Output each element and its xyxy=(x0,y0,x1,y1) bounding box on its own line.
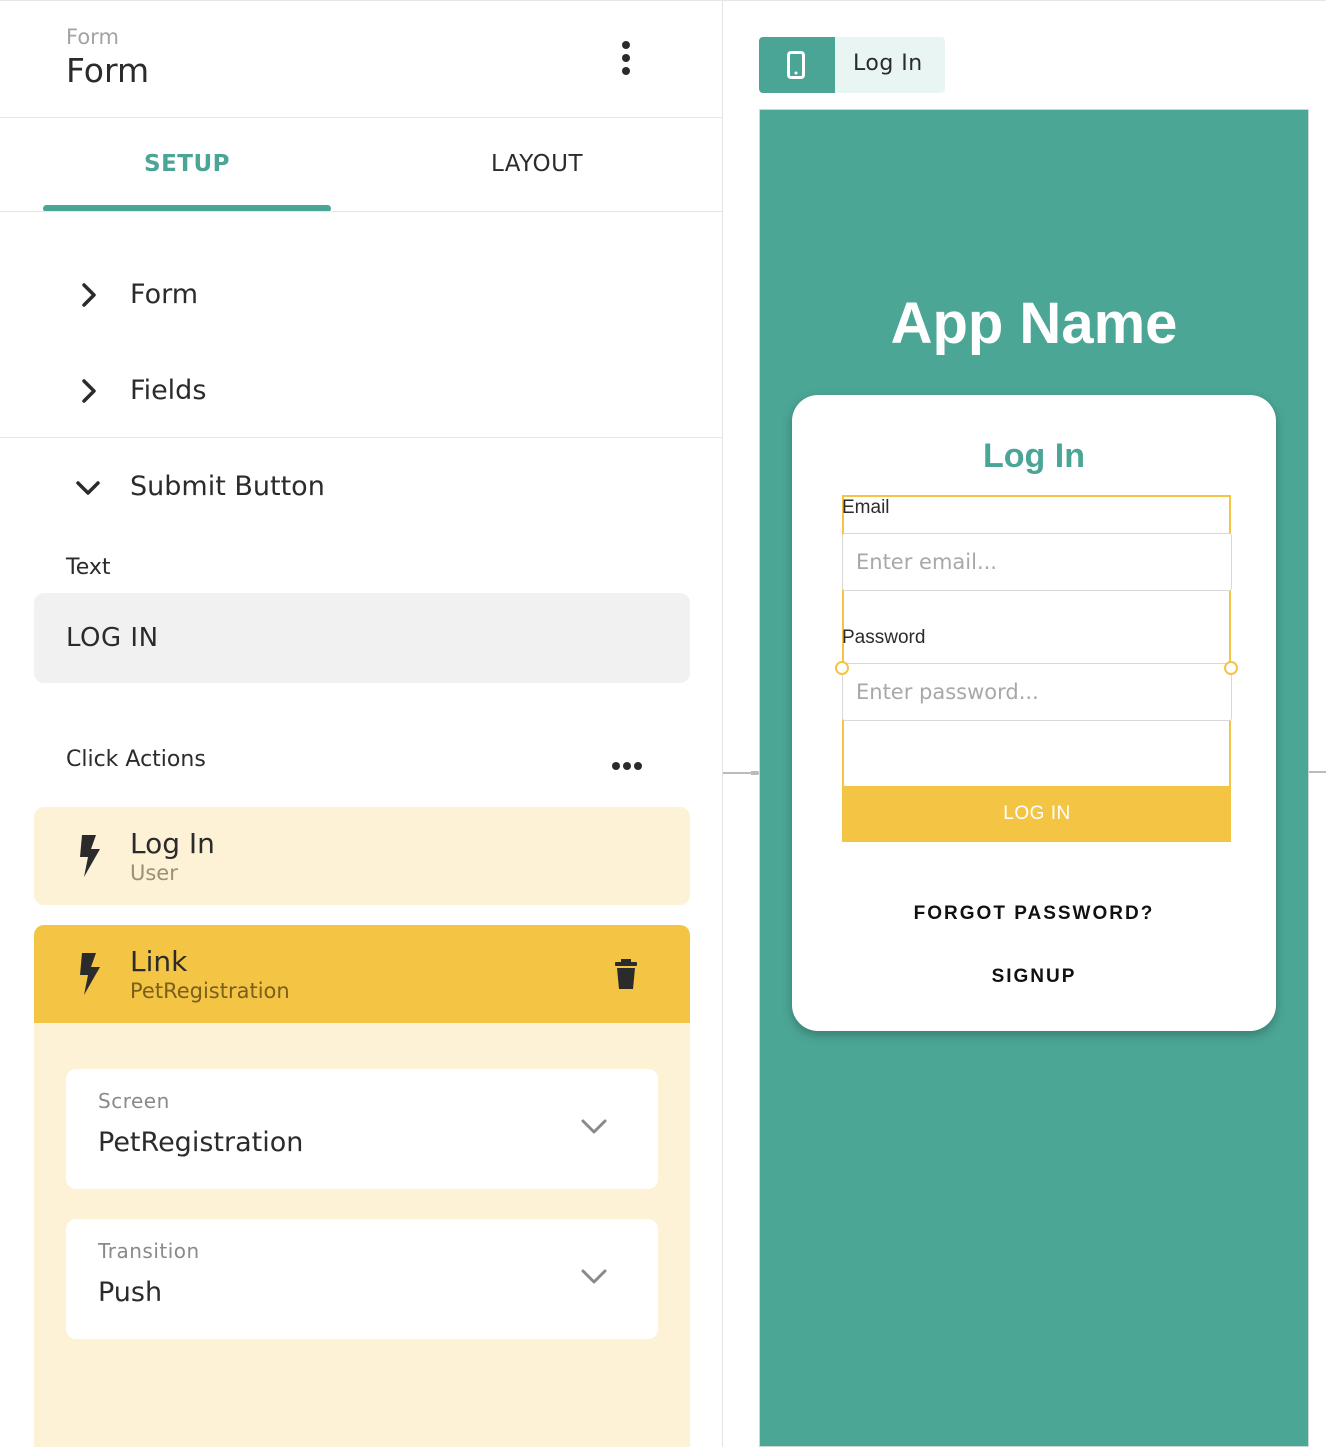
click-actions-label: Click Actions xyxy=(66,747,206,772)
password-label: Password xyxy=(842,627,926,648)
app-name-heading: App Name xyxy=(890,291,1178,356)
trash-icon[interactable] xyxy=(614,959,638,989)
chevron-down-icon xyxy=(76,481,100,495)
tab-layout[interactable]: LAYOUT xyxy=(380,151,694,191)
lightning-bolt-icon xyxy=(80,835,100,877)
tab-setup[interactable]: SETUP xyxy=(43,151,331,191)
connector-line xyxy=(1309,771,1326,773)
chevron-down-icon xyxy=(581,1269,607,1284)
forgot-password-link[interactable]: FORGOT PASSWORD? xyxy=(792,903,1276,925)
text-field-label: Text xyxy=(66,555,111,580)
signup-link[interactable]: SIGNUP xyxy=(792,966,1276,988)
lightning-bolt-icon xyxy=(80,953,100,995)
canvas-area: Log In App Name Log In Email Password LO… xyxy=(723,0,1326,1447)
login-button[interactable]: LOG IN xyxy=(843,786,1231,842)
section-submit-button-label: Submit Button xyxy=(130,471,325,502)
screen-tab-name-box: Log In xyxy=(835,37,945,93)
resize-handle-left[interactable] xyxy=(835,661,849,675)
transition-select-label: Transition xyxy=(98,1239,200,1263)
screen-select[interactable]: Screen PetRegistration xyxy=(66,1069,658,1189)
chevron-down-icon xyxy=(581,1119,607,1134)
phone-icon-box xyxy=(759,37,835,93)
password-field[interactable] xyxy=(842,663,1232,721)
header-divider xyxy=(0,117,722,118)
resize-handle-right[interactable] xyxy=(1224,661,1238,675)
phone-screen-preview: App Name Log In Email Password LOG IN FO… xyxy=(759,109,1309,1447)
connector-arrow xyxy=(723,771,761,775)
login-card: Log In Email Password LOG IN FORGOT PASS… xyxy=(792,395,1276,1031)
email-label: Email xyxy=(842,497,890,518)
login-card-title: Log In xyxy=(983,437,1085,475)
link-action-settings: Screen PetRegistration Transition Push xyxy=(34,1023,690,1447)
component-name-title: Form xyxy=(66,51,150,90)
transition-select-value: Push xyxy=(98,1277,163,1308)
more-horizontal-icon[interactable] xyxy=(612,755,648,770)
action-title: Link xyxy=(130,945,188,978)
screen-tab-label: Log In xyxy=(853,51,923,76)
sections-divider xyxy=(0,437,722,438)
component-type-label: Form xyxy=(66,25,119,49)
action-subtitle: User xyxy=(130,861,178,885)
screen-select-value: PetRegistration xyxy=(98,1127,304,1158)
chevron-right-icon xyxy=(82,283,96,307)
transition-select[interactable]: Transition Push xyxy=(66,1219,658,1339)
button-text-input[interactable] xyxy=(34,593,690,683)
email-field[interactable] xyxy=(842,533,1232,591)
properties-panel: Form Form SETUP LAYOUT Form Fields Submi… xyxy=(0,0,723,1447)
screen-select-label: Screen xyxy=(98,1089,170,1113)
tabs-divider xyxy=(0,211,722,212)
action-title: Log In xyxy=(130,827,215,860)
action-item-link[interactable]: Link PetRegistration xyxy=(34,925,690,1023)
section-form-label: Form xyxy=(130,279,199,310)
kebab-menu-icon[interactable] xyxy=(618,41,634,77)
section-fields-label: Fields xyxy=(130,375,207,406)
action-subtitle: PetRegistration xyxy=(130,979,290,1003)
phone-icon xyxy=(787,51,805,79)
action-item-login[interactable]: Log In User xyxy=(34,807,690,905)
chevron-right-icon xyxy=(82,379,96,403)
